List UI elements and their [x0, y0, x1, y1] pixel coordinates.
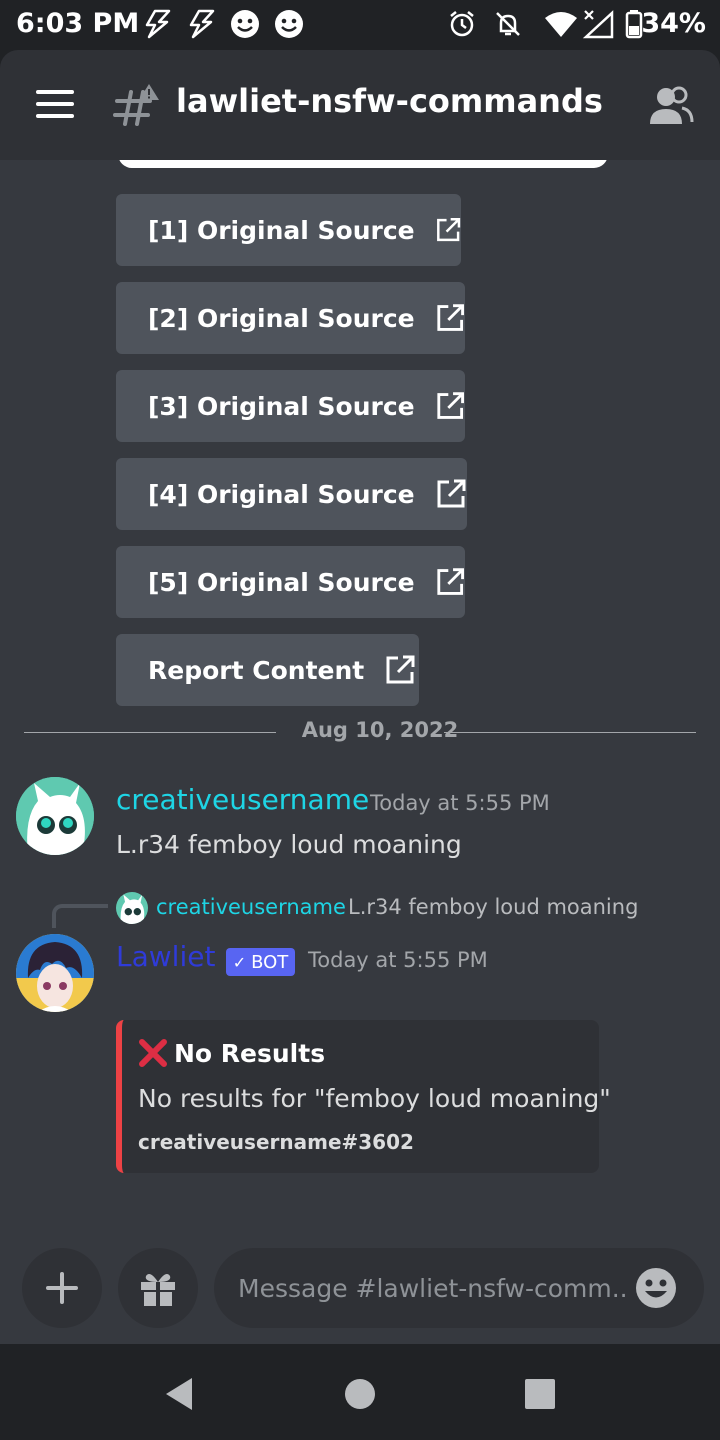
reply-author[interactable]: creativeusername [156, 895, 346, 919]
original-source-3-button[interactable]: [3] Original Source [116, 370, 465, 442]
embed-footer: creativeusername#3602 [138, 1130, 414, 1154]
message-timestamp: Today at 5:55 PM [308, 948, 488, 972]
date-divider-text: Aug 10, 2022 [301, 718, 459, 742]
external-link-icon [436, 304, 464, 331]
embed-title-text: No Results [174, 1038, 326, 1068]
original-source-5-button[interactable]: [5] Original Source [116, 546, 465, 618]
avatar-creativeusername[interactable] [16, 777, 94, 855]
recents-icon[interactable] [520, 1374, 560, 1414]
message-composer [0, 1244, 720, 1344]
button-label: [4] Original Source [148, 479, 415, 509]
button-label: [1] Original Source [148, 215, 415, 245]
previous-embed-edge [118, 160, 608, 168]
button-label: [3] Original Source [148, 391, 415, 421]
wifi-icon [544, 8, 578, 40]
message-text: L.r34 femboy loud moaning [116, 830, 462, 859]
bot-badge-label: BOT [251, 951, 289, 973]
menu-icon[interactable] [36, 90, 76, 120]
reply-connector [52, 904, 108, 928]
external-link-icon [436, 218, 460, 242]
embed-title: No Results [138, 1038, 325, 1068]
cross-mark-icon [139, 1039, 167, 1067]
button-label: [2] Original Source [148, 303, 415, 333]
embed-description: No results for "femboy loud moaning" [138, 1084, 611, 1113]
message-timestamp: Today at 5:55 PM [370, 791, 550, 815]
external-link-icon [436, 392, 464, 419]
battery-percent: 34% [641, 8, 706, 39]
report-content-button[interactable]: Report Content [116, 634, 419, 706]
messenger-notification-icon-2 [186, 8, 218, 40]
home-icon[interactable] [340, 1374, 380, 1414]
original-source-2-button[interactable]: [2] Original Source [116, 282, 465, 354]
smiley-notification-icon [229, 8, 261, 40]
external-link-icon [436, 568, 464, 595]
button-label: [5] Original Source [148, 567, 415, 597]
no-results-embed: No Results No results for "femboy loud m… [116, 1020, 611, 1173]
add-attachment-button[interactable] [22, 1248, 102, 1328]
message-input[interactable] [238, 1268, 628, 1308]
android-nav-bar [0, 1344, 720, 1440]
reply-avatar [116, 892, 148, 924]
message-input-box[interactable] [214, 1248, 704, 1328]
original-source-1-button[interactable]: [1] Original Source [116, 194, 461, 266]
date-divider: Aug 10, 2022 [24, 718, 696, 748]
mute-icon [492, 8, 524, 40]
original-source-4-button[interactable]: [4] Original Source [116, 458, 467, 530]
status-bar: 6:03 PM 34% [0, 0, 720, 50]
alarm-icon [446, 8, 478, 40]
smiley-notification-icon-2 [273, 8, 305, 40]
emoji-icon[interactable] [634, 1266, 678, 1310]
members-icon[interactable] [648, 86, 694, 126]
hash-warning-icon [113, 84, 159, 126]
chat-area[interactable]: [1] Original Source [2] Original Source … [0, 160, 720, 1244]
message-author[interactable]: creativeusername [116, 783, 369, 816]
external-link-icon [386, 655, 415, 684]
external-link-icon [437, 479, 466, 508]
avatar-lawliet[interactable] [16, 934, 94, 1012]
status-time: 6:03 PM [16, 8, 140, 39]
button-label: Report Content [148, 655, 365, 685]
signal-icon [582, 8, 616, 40]
channel-title: lawliet-nsfw-commands [176, 82, 603, 120]
verified-check-icon: ✓ [232, 952, 247, 972]
message-author[interactable]: Lawliet [116, 940, 215, 973]
messenger-notification-icon [142, 8, 174, 40]
back-icon[interactable] [160, 1374, 200, 1414]
gift-icon [141, 1274, 175, 1306]
plus-icon [46, 1272, 78, 1304]
channel-header: lawliet-nsfw-commands [0, 50, 720, 160]
bot-badge: ✓ BOT [226, 948, 295, 976]
gift-button[interactable] [118, 1248, 198, 1328]
reply-text[interactable]: L.r34 femboy loud moaning [348, 895, 638, 919]
